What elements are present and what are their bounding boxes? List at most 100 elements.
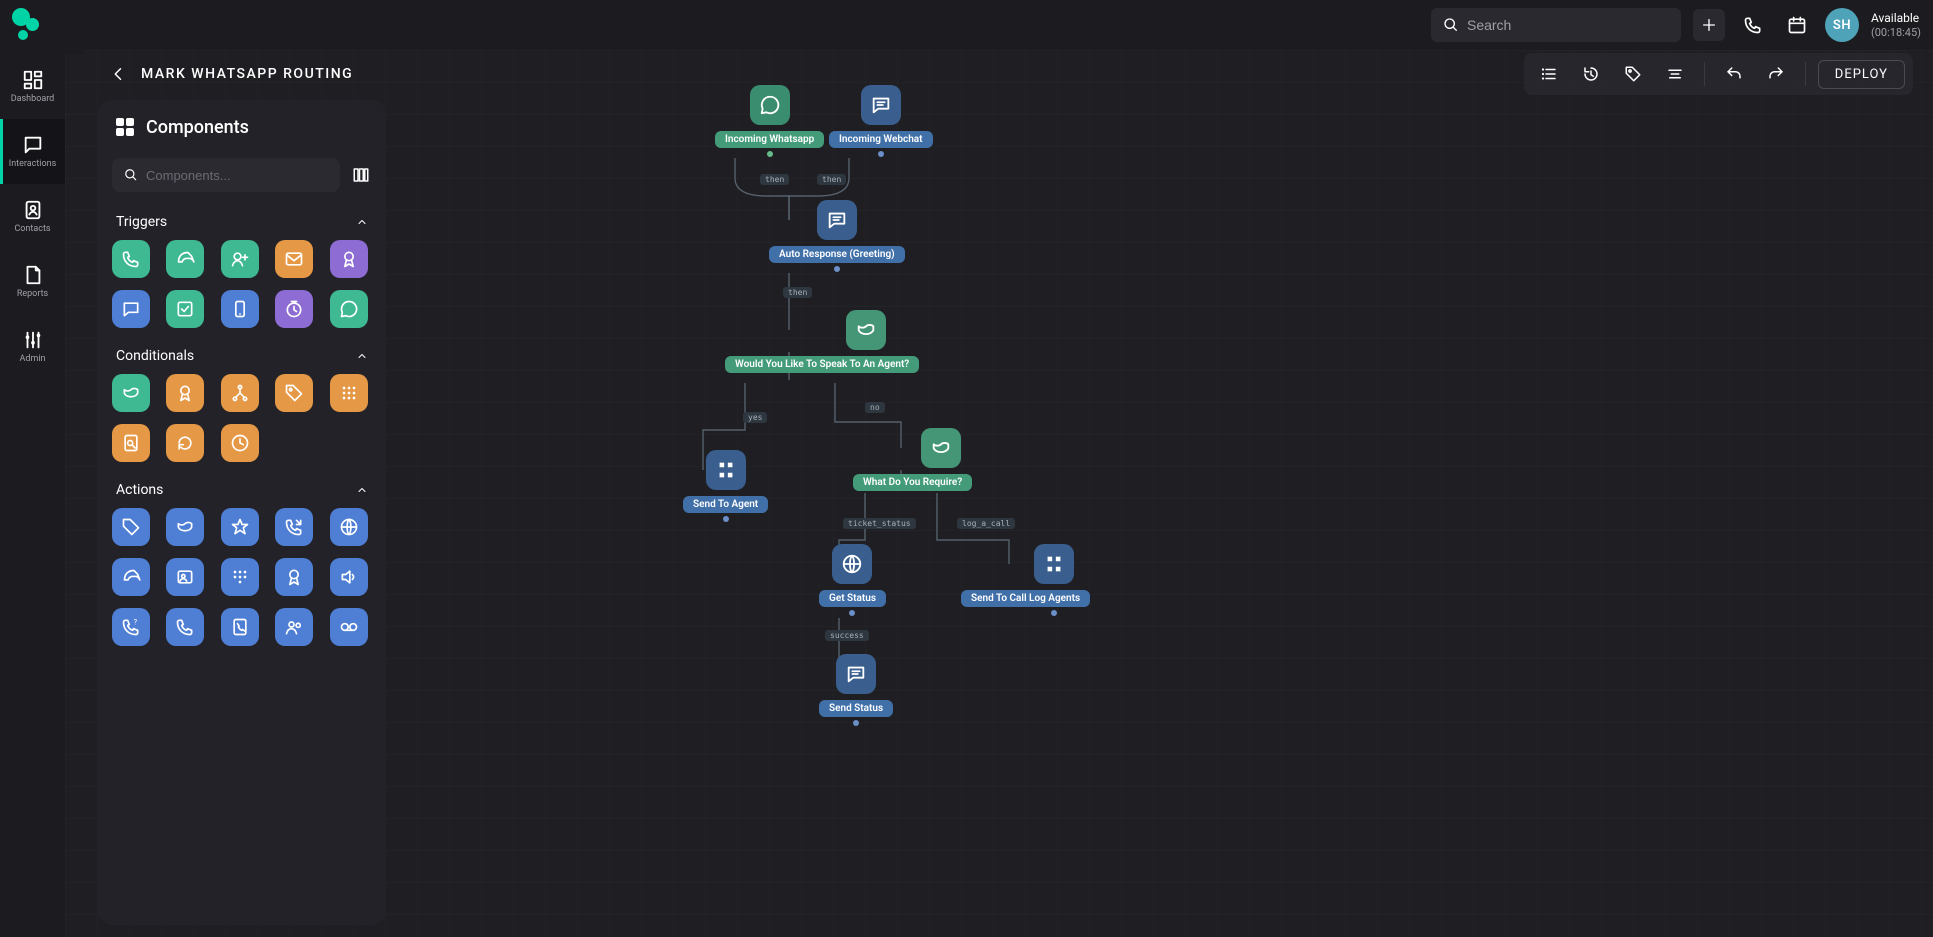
- undo-button[interactable]: [1717, 57, 1751, 91]
- nav-interactions[interactable]: Interactions: [0, 119, 65, 184]
- tool-align[interactable]: [1658, 57, 1692, 91]
- tag-icon: [1624, 65, 1642, 83]
- cond-clock[interactable]: [221, 424, 259, 462]
- svg-text:?: ?: [134, 618, 138, 627]
- nav-label: Interactions: [9, 159, 57, 169]
- columns-icon: [352, 166, 370, 184]
- calendar-icon: [1787, 15, 1807, 35]
- cond-keypad[interactable]: [330, 374, 368, 412]
- cond-branch[interactable]: [221, 374, 259, 412]
- node-label: Send To Call Log Agents: [961, 590, 1090, 607]
- action-call-unknown[interactable]: ?: [112, 608, 150, 646]
- flow-split-icon: [1034, 544, 1074, 584]
- section-conditionals-header[interactable]: Conditionals: [112, 336, 372, 374]
- nav-label: Reports: [17, 289, 48, 299]
- redo-icon: [1767, 65, 1785, 83]
- action-phone-book[interactable]: [221, 608, 259, 646]
- node-get-status[interactable]: Get Status: [819, 544, 886, 616]
- action-mask[interactable]: [166, 508, 204, 546]
- action-tag[interactable]: [112, 508, 150, 546]
- nav-label: Admin: [20, 354, 46, 364]
- status-text: Available: [1871, 11, 1921, 25]
- node-send-status[interactable]: Send Status: [819, 654, 893, 726]
- section-triggers-header[interactable]: Triggers: [112, 202, 372, 240]
- node-condition-2[interactable]: What Do You Require?: [881, 428, 1000, 491]
- trigger-message[interactable]: [112, 290, 150, 328]
- action-hangup[interactable]: [112, 558, 150, 596]
- calendar-button[interactable]: [1781, 9, 1813, 41]
- trigger-answered-call[interactable]: [166, 240, 204, 278]
- nav-reports[interactable]: Reports: [0, 249, 65, 314]
- globe-icon: [832, 544, 872, 584]
- node-send-to-agent[interactable]: Send To Agent: [683, 450, 768, 522]
- user-initials: SH: [1833, 18, 1851, 33]
- trigger-task[interactable]: [166, 290, 204, 328]
- cond-award[interactable]: [166, 374, 204, 412]
- section-triggers-grid: [112, 240, 372, 336]
- nav-dashboard[interactable]: Dashboard: [0, 54, 65, 119]
- phone-button[interactable]: [1737, 9, 1769, 41]
- message-icon: [817, 200, 857, 240]
- components-search-input[interactable]: [146, 168, 328, 183]
- search-input[interactable]: [1467, 17, 1669, 33]
- phone-icon: [1743, 15, 1763, 35]
- action-star[interactable]: [221, 508, 259, 546]
- cond-retry[interactable]: [166, 424, 204, 462]
- node-condition-1[interactable]: Would You Like To Speak To An Agent?: [769, 310, 963, 373]
- mask-icon: [921, 428, 961, 468]
- cond-tag[interactable]: [275, 374, 313, 412]
- section-name: Conditionals: [116, 348, 194, 364]
- global-search[interactable]: [1431, 8, 1681, 42]
- trigger-incoming-call[interactable]: [112, 240, 150, 278]
- nav-contacts[interactable]: Contacts: [0, 184, 65, 249]
- node-label: Incoming Webchat: [829, 131, 933, 148]
- dashboard-icon: [22, 69, 44, 91]
- tool-list[interactable]: [1532, 57, 1566, 91]
- nav-admin[interactable]: Admin: [0, 314, 65, 379]
- node-message-1[interactable]: Auto Response (Greeting): [769, 200, 905, 272]
- action-call-out[interactable]: [275, 508, 313, 546]
- status-timer: (00:18:45): [1871, 26, 1921, 39]
- plus-icon: [1701, 17, 1717, 33]
- tool-tag[interactable]: [1616, 57, 1650, 91]
- edge-label: no: [865, 402, 885, 413]
- arrow-left-icon: [110, 65, 128, 83]
- layout-toggle[interactable]: [350, 164, 372, 186]
- section-actions-header[interactable]: Actions: [112, 470, 372, 508]
- back-button[interactable]: [105, 60, 133, 88]
- admin-icon: [22, 329, 44, 351]
- new-button[interactable]: [1693, 9, 1725, 41]
- user-avatar[interactable]: SH: [1825, 8, 1859, 42]
- components-search[interactable]: [112, 158, 340, 192]
- action-award[interactable]: [275, 558, 313, 596]
- action-audio[interactable]: [330, 558, 368, 596]
- nav-label: Dashboard: [11, 94, 55, 104]
- trigger-timer[interactable]: [275, 290, 313, 328]
- app-logo: [12, 8, 46, 42]
- action-keypad[interactable]: [221, 558, 259, 596]
- trigger-award[interactable]: [330, 240, 368, 278]
- action-voicemail[interactable]: [330, 608, 368, 646]
- trigger-sms[interactable]: [221, 290, 259, 328]
- trigger-whatsapp[interactable]: [330, 290, 368, 328]
- trigger-email[interactable]: [275, 240, 313, 278]
- action-team[interactable]: [275, 608, 313, 646]
- edge-label: success: [825, 630, 869, 641]
- node-label: Send Status: [819, 700, 893, 717]
- redo-button[interactable]: [1759, 57, 1793, 91]
- user-status: Available (00:18:45): [1871, 11, 1921, 39]
- action-call[interactable]: [166, 608, 204, 646]
- section-name: Triggers: [116, 214, 167, 230]
- trigger-add-participant[interactable]: [221, 240, 259, 278]
- node-send-call-log[interactable]: Send To Call Log Agents: [989, 544, 1118, 616]
- tool-history[interactable]: [1574, 57, 1608, 91]
- chat-icon: [22, 134, 44, 156]
- action-http[interactable]: [330, 508, 368, 546]
- list-icon: [1540, 65, 1558, 83]
- action-contact[interactable]: [166, 558, 204, 596]
- cond-mask[interactable]: [112, 374, 150, 412]
- cond-search-doc[interactable]: [112, 424, 150, 462]
- deploy-button[interactable]: DEPLOY: [1818, 60, 1905, 89]
- workspace-title: MARK WHATSAPP ROUTING: [141, 66, 353, 82]
- node-label: Would You Like To Speak To An Agent?: [725, 356, 919, 373]
